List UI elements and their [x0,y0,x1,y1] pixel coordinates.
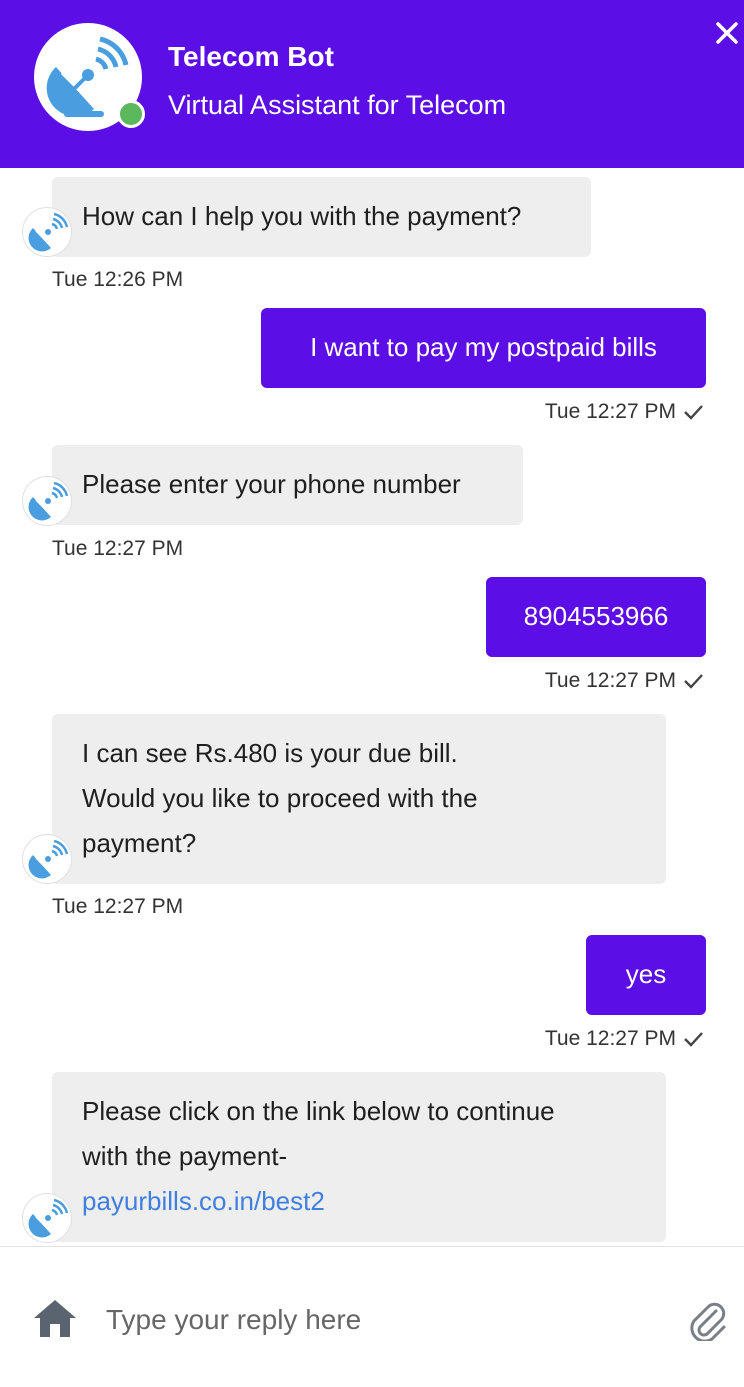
reply-input[interactable] [104,1297,648,1343]
message-timestamp: Tue 12:27 PM [544,669,676,692]
message-timestamp: Tue 12:27 PM [544,1027,676,1050]
chat-header: Telecom Bot Virtual Assistant for Teleco… [0,0,744,168]
bot-mini-avatar [22,207,72,257]
bot-avatar [34,23,145,131]
bot-message: How can I help you with the payment? [52,177,591,257]
message-timestamp: Tue 12:27 PM [544,400,676,423]
message-text: Would you like to proceed with the [82,783,478,813]
message-text: Please click on the link below to contin… [82,1096,555,1126]
bot-mini-avatar [22,1193,72,1243]
message-timestamp: Tue 12:27 PM [52,895,184,918]
message-text: I want to pay my postpaid bills [310,332,657,362]
bot-name: Telecom Bot [168,41,334,72]
home-button[interactable] [32,1297,78,1339]
bot-message: I can see Rs.480 is your due bill. Would… [52,714,666,884]
message-text: Please enter your phone number [82,469,461,499]
sent-check-icon [684,1032,703,1047]
satellite-dish-icon [28,1198,69,1238]
paperclip-icon [690,1302,726,1343]
message-text: 8904553966 [523,601,669,631]
satellite-dish-icon [28,212,69,252]
user-message: I want to pay my postpaid bills [261,308,706,388]
user-message: yes [586,935,706,1015]
bot-subtitle: Virtual Assistant for Telecom [168,90,507,120]
message-text: yes [625,959,667,989]
bot-message: Please enter your phone number [52,445,523,525]
sent-check-icon [684,674,703,689]
online-status-indicator [117,100,145,128]
close-button[interactable] [708,14,744,50]
message-text: with the payment- [82,1141,288,1171]
message-timestamp: Tue 12:26 PM [52,268,184,291]
bot-mini-avatar [22,476,72,526]
bot-message: Please click on the link below to contin… [52,1072,666,1242]
message-text: How can I help you with the payment? [82,201,522,231]
satellite-dish-icon [28,839,69,879]
bot-mini-avatar [22,834,72,884]
user-message: 8904553966 [486,577,706,657]
attach-button[interactable] [686,1299,728,1343]
reply-bar [0,1246,744,1387]
message-timestamp: Tue 12:27 PM [52,537,184,560]
sent-check-icon [684,405,703,420]
message-text: payment? [82,828,197,858]
chat-transcript[interactable]: How can I help you with the payment? Tue… [0,168,744,1246]
message-text: I can see Rs.480 is your due bill. [82,738,458,768]
home-icon [34,1300,76,1337]
satellite-dish-icon [28,481,69,521]
payment-link[interactable]: payurbills.co.in/best2 [82,1186,325,1216]
close-icon [716,22,738,44]
